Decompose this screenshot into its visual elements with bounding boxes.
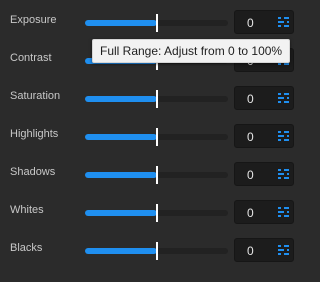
- value-text: 0: [247, 130, 254, 144]
- slider-adjust-icon[interactable]: [278, 16, 289, 28]
- slider-fill: [85, 134, 157, 140]
- slider-thumb[interactable]: [156, 14, 158, 32]
- value-text: 0: [247, 206, 254, 220]
- slider-adjust-icon[interactable]: [278, 206, 289, 218]
- slider-thumb[interactable]: [156, 242, 158, 260]
- slider-adjust-icon[interactable]: [278, 244, 289, 256]
- slider-track[interactable]: [85, 204, 228, 222]
- slider-adjust-icon[interactable]: [278, 92, 289, 104]
- slider-label: Whites: [10, 204, 44, 216]
- value-text: 0: [247, 92, 254, 106]
- slider-row-blacks: Blacks 0: [0, 230, 320, 268]
- value-field[interactable]: 0: [234, 162, 294, 186]
- slider-thumb[interactable]: [156, 204, 158, 222]
- slider-fill: [85, 248, 157, 254]
- slider-label: Saturation: [10, 90, 61, 102]
- slider-fill: [85, 96, 157, 102]
- slider-row-whites: Whites 0: [0, 192, 320, 230]
- slider-row-exposure: Exposure 0: [0, 2, 320, 40]
- slider-row-highlights: Highlights 0: [0, 116, 320, 154]
- slider-track[interactable]: [85, 242, 228, 260]
- slider-fill: [85, 210, 157, 216]
- slider-label: Contrast: [10, 52, 52, 64]
- value-text: 0: [247, 168, 254, 182]
- slider-label: Highlights: [10, 128, 59, 140]
- slider-fill: [85, 172, 157, 178]
- adjustment-panel: Exposure 0 Contrast 0 Saturation 0: [0, 0, 320, 282]
- slider-thumb[interactable]: [156, 128, 158, 146]
- tooltip: Full Range: Adjust from 0 to 100%: [92, 39, 291, 63]
- slider-track[interactable]: [85, 90, 228, 108]
- slider-track[interactable]: [85, 14, 228, 32]
- slider-thumb[interactable]: [156, 90, 158, 108]
- value-field[interactable]: 0: [234, 200, 294, 224]
- slider-track[interactable]: [85, 166, 228, 184]
- slider-fill: [85, 20, 157, 26]
- slider-thumb[interactable]: [156, 166, 158, 184]
- slider-adjust-icon[interactable]: [278, 168, 289, 180]
- slider-label: Exposure: [10, 14, 57, 26]
- value-text: 0: [247, 16, 254, 30]
- value-field[interactable]: 0: [234, 86, 294, 110]
- value-field[interactable]: 0: [234, 124, 294, 148]
- value-field[interactable]: 0: [234, 238, 294, 262]
- slider-label: Blacks: [10, 242, 43, 254]
- slider-label: Shadows: [10, 166, 56, 178]
- value-field[interactable]: 0: [234, 10, 294, 34]
- slider-adjust-icon[interactable]: [278, 130, 289, 142]
- slider-row-saturation: Saturation 0: [0, 78, 320, 116]
- slider-track[interactable]: [85, 128, 228, 146]
- value-text: 0: [247, 244, 254, 258]
- slider-row-shadows: Shadows 0: [0, 154, 320, 192]
